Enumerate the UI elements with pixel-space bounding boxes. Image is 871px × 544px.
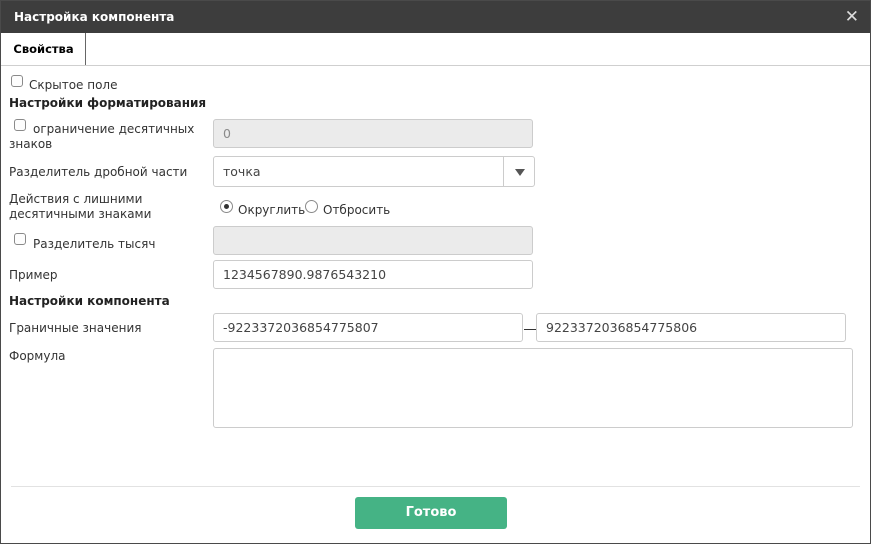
chevron-down-icon[interactable]	[503, 157, 534, 186]
tab-properties[interactable]: Свойства	[2, 33, 86, 65]
component-heading: Настройки компонента	[9, 294, 170, 308]
example-label: Пример	[9, 268, 58, 282]
round-radio[interactable]	[220, 200, 233, 213]
decimal-separator-select[interactable]: точка	[213, 156, 535, 187]
decimal-separator-value: точка	[223, 164, 261, 179]
extra-decimals-label-line2: десятичными знаками	[9, 207, 152, 221]
footer-divider	[11, 486, 860, 487]
hidden-field-checkbox[interactable]	[11, 75, 23, 87]
formula-label: Формула	[9, 349, 66, 363]
component-settings-dialog: Настройка компонента ✕ Свойства Скрытое …	[0, 0, 871, 544]
bounds-separator	[524, 329, 536, 330]
example-input[interactable]: 1234567890.9876543210	[213, 260, 533, 289]
bounds-min-input[interactable]: -9223372036854775807	[213, 313, 523, 342]
decimal-limit-checkbox[interactable]	[14, 119, 26, 131]
dialog-title: Настройка компонента	[14, 10, 175, 24]
hidden-field-label: Скрытое поле	[29, 78, 118, 92]
thousands-separator-input[interactable]	[213, 226, 533, 255]
truncate-radio-label: Отбросить	[323, 203, 391, 217]
done-button[interactable]: Готово	[355, 497, 507, 529]
formula-textarea[interactable]	[213, 348, 853, 428]
decimal-limit-input[interactable]: 0	[213, 119, 533, 148]
decimal-limit-label-line2: знаков	[9, 137, 53, 151]
decimal-limit-label-line1: ограничение десятичных	[33, 122, 195, 136]
dialog-titlebar: Настройка компонента ✕	[1, 1, 870, 33]
decimal-separator-label: Разделитель дробной части	[9, 165, 188, 179]
truncate-radio[interactable]	[305, 200, 318, 213]
extra-decimals-label-line1: Действия с лишними	[9, 192, 143, 206]
formatting-heading: Настройки форматирования	[9, 96, 207, 110]
thousands-separator-label: Разделитель тысяч	[33, 237, 156, 251]
tab-bar: Свойства	[1, 33, 870, 66]
bounds-max-input[interactable]: 9223372036854775806	[536, 313, 846, 342]
round-radio-label: Округлить	[238, 203, 306, 217]
thousands-separator-checkbox[interactable]	[14, 233, 26, 245]
close-icon[interactable]: ✕	[845, 7, 859, 27]
bounds-label: Граничные значения	[9, 321, 142, 335]
